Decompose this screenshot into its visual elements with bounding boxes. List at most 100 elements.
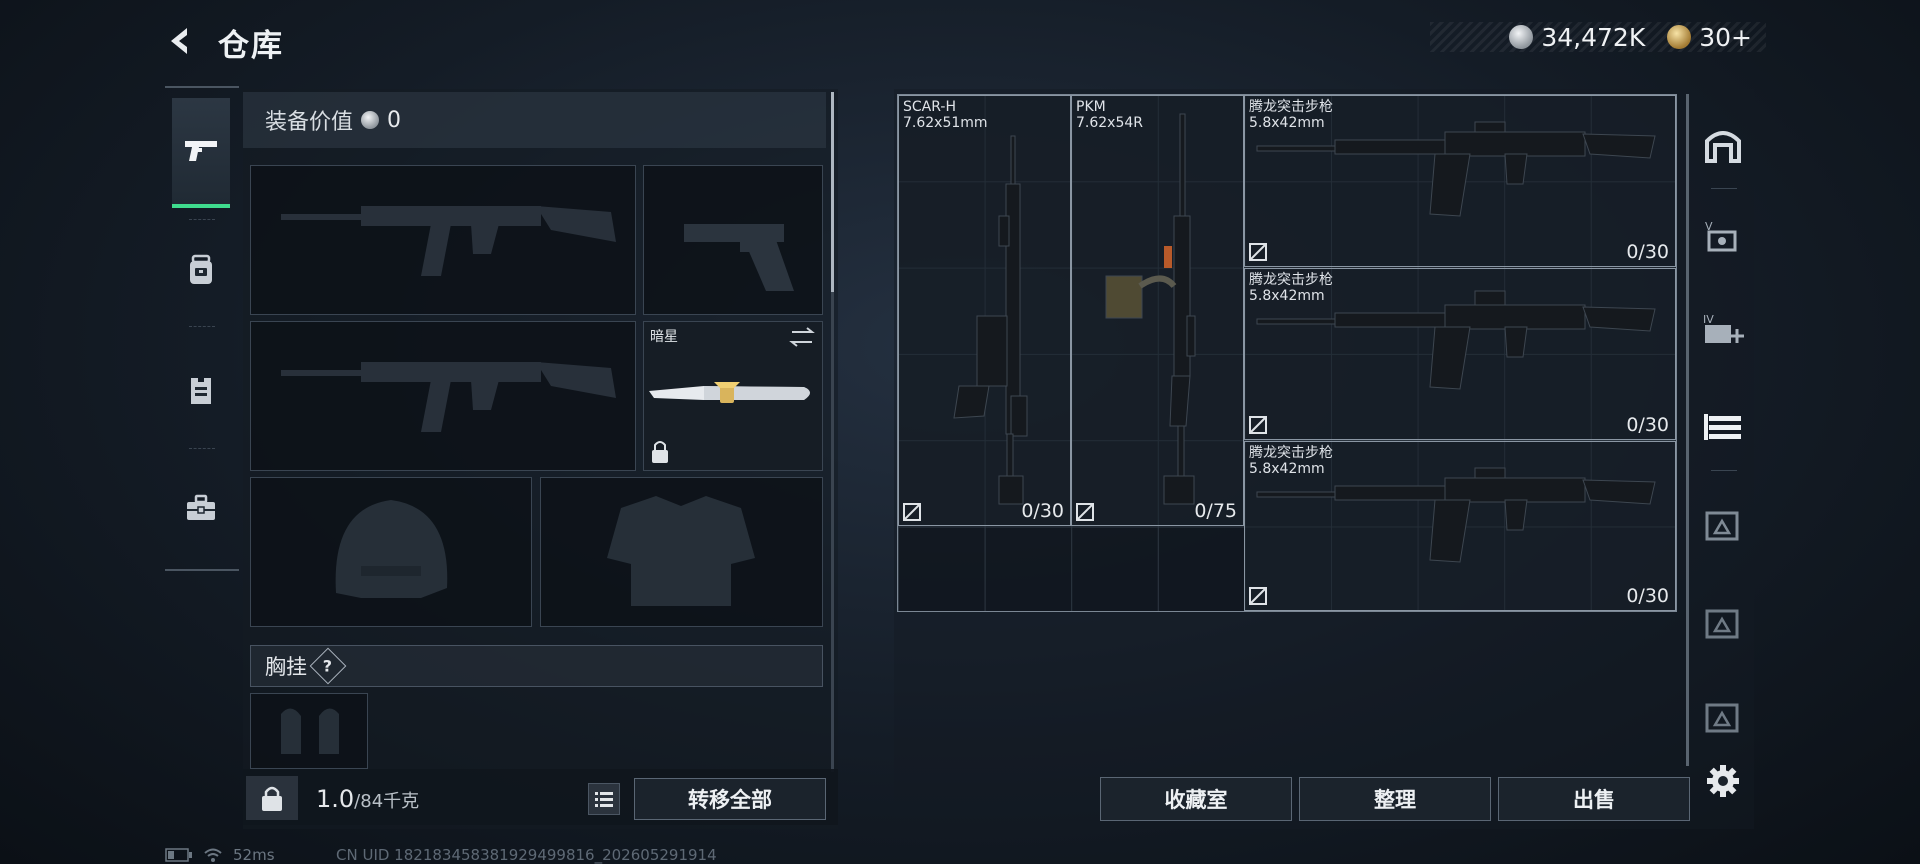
gold-balance[interactable]: 30+: [1699, 23, 1752, 52]
item-ammo-count: 0/30: [1626, 241, 1669, 263]
vest-icon: [191, 378, 211, 404]
case-icon-2: [1705, 609, 1739, 639]
tab-divider: [1711, 188, 1737, 189]
page-title: 仓库: [218, 28, 284, 64]
pkm-machinegun-image: [1076, 113, 1196, 521]
lock-loadout-button[interactable]: [246, 776, 298, 820]
tenglong-rifle-image: [1249, 290, 1656, 434]
primary-weapon-slot-1[interactable]: [250, 165, 636, 315]
loadout-scrollbar[interactable]: [831, 92, 834, 292]
nav-vest[interactable]: [172, 336, 230, 446]
settings-button[interactable]: [1702, 760, 1744, 802]
pistol-icon: [185, 141, 217, 161]
chest-rig-silhouette-icon: [281, 708, 339, 754]
chest-rig-header: 胸挂 ?: [250, 645, 823, 687]
back-arrow-icon: [171, 28, 187, 54]
equip-value-label: 装备价值: [265, 110, 354, 135]
melee-slot-art: [649, 327, 815, 463]
weapon-rack-icon: [1704, 414, 1741, 440]
swap-icon[interactable]: [789, 327, 815, 347]
briefcase-icon: [187, 494, 215, 520]
currency-bar: 34,472K 30+: [1430, 22, 1766, 52]
helmet-slot[interactable]: [250, 477, 532, 627]
battery-icon: [165, 848, 192, 862]
equip-value-header: 装备价值 0: [243, 92, 826, 148]
nav-divider: [189, 448, 215, 449]
device-status: 52ms: [165, 846, 275, 864]
help-icon: ?: [323, 656, 333, 676]
item-ammo-count: 0/30: [1626, 585, 1669, 607]
stash-item-tenglong-2[interactable]: 腾龙突击步枪 5.8x42mm 0/30: [1244, 268, 1676, 440]
primary-weapon-slot-2[interactable]: [250, 321, 636, 471]
knife-icon: [649, 382, 810, 403]
scar-h-rifle-image: [903, 135, 1028, 521]
tab-divider: [1711, 470, 1737, 471]
backpack-icon: [190, 254, 212, 284]
help-button[interactable]: ?: [309, 647, 347, 685]
sell-button[interactable]: 出售: [1498, 777, 1690, 821]
iv-case-plus-icon: IV: [1703, 313, 1744, 343]
nav-weapons[interactable]: [172, 98, 230, 208]
gold-coin-icon: [1667, 25, 1692, 49]
gear-icon: [1707, 765, 1739, 797]
no-insure-icon: [1249, 416, 1267, 434]
equip-value: 0: [387, 107, 402, 133]
case-tab-3[interactable]: [1695, 690, 1751, 746]
armor-silhouette-icon: [607, 496, 755, 606]
stash-item-pkm[interactable]: PKM 7.62x54R 0/75: [1071, 95, 1244, 526]
melee-slot[interactable]: 暗星: [643, 321, 823, 471]
rifle-silhouette-icon: [281, 362, 616, 432]
no-insure-icon: [1249, 587, 1267, 605]
v-case-tab[interactable]: V: [1695, 208, 1751, 264]
stash-item-scar-h[interactable]: SCAR-H 7.62x51mm 0/30: [898, 95, 1071, 526]
loadout-category-nav: [165, 86, 239, 571]
weight-current: 1.0: [316, 785, 355, 813]
collection-room-button[interactable]: 收藏室: [1100, 777, 1292, 821]
stash-tab[interactable]: [1695, 116, 1751, 172]
case-tab-1[interactable]: [1695, 498, 1751, 554]
no-insure-icon: [1249, 243, 1267, 261]
lock-icon: [652, 441, 668, 463]
wifi-icon: [204, 848, 222, 862]
helmet-silhouette-icon: [335, 500, 448, 598]
nav-toolbox[interactable]: [172, 453, 230, 563]
weight-capacity: /84千克: [354, 791, 420, 812]
secondary-pistol-slot[interactable]: [643, 165, 823, 315]
nav-divider: [189, 326, 215, 327]
rifle-silhouette-icon: [281, 206, 616, 276]
iv-case-tab[interactable]: IV: [1695, 302, 1751, 358]
armor-slot[interactable]: [540, 477, 823, 627]
user-uid: CN UID 182183458381929499816_20260529191…: [336, 846, 717, 864]
pistol-silhouette-icon: [684, 224, 794, 291]
chest-rig-label: 胸挂: [265, 655, 307, 679]
stash-item-tenglong-1[interactable]: 腾龙突击步枪 5.8x42mm 0/30: [1244, 95, 1676, 267]
stash-scrollbar[interactable]: [1686, 94, 1689, 766]
item-ammo-count: 0/75: [1194, 500, 1237, 522]
weapon-rack-tab[interactable]: [1695, 400, 1751, 456]
item-ammo-count: 0/30: [1021, 500, 1064, 522]
no-insure-icon: [1076, 503, 1094, 521]
svg-text:IV: IV: [1703, 313, 1714, 326]
chest-rig-slot[interactable]: [250, 693, 368, 769]
case-icon-3: [1705, 703, 1739, 733]
v-case-icon: V: [1705, 220, 1737, 252]
sort-button[interactable]: 整理: [1299, 777, 1491, 821]
carry-weight: 1.0/84千克: [316, 785, 419, 813]
tenglong-rifle-image: [1249, 121, 1656, 261]
silver-coin-icon: [1509, 25, 1534, 49]
transfer-all-button[interactable]: 转移全部: [634, 778, 826, 820]
case-icon-1: [1705, 511, 1739, 541]
back-button[interactable]: [162, 22, 200, 60]
lock-icon: [262, 786, 282, 811]
stash-item-tenglong-3[interactable]: 腾龙突击步枪 5.8x42mm 0/30: [1244, 441, 1676, 611]
silver-balance: 34,472K: [1541, 22, 1646, 52]
no-insure-icon: [903, 503, 921, 521]
list-view-button[interactable]: [588, 783, 620, 815]
warehouse-screen: 仓库 34,472K 30+ 装备价值 0 暗星 胸挂 ? 1.0/84千克 转…: [0, 0, 1920, 864]
nav-backpack[interactable]: [172, 215, 230, 325]
ping: 52ms: [233, 846, 275, 864]
case-tab-2[interactable]: [1695, 596, 1751, 652]
item-ammo-count: 0/30: [1626, 414, 1669, 436]
list-icon: [595, 792, 613, 807]
stash-icon: [1705, 131, 1741, 163]
